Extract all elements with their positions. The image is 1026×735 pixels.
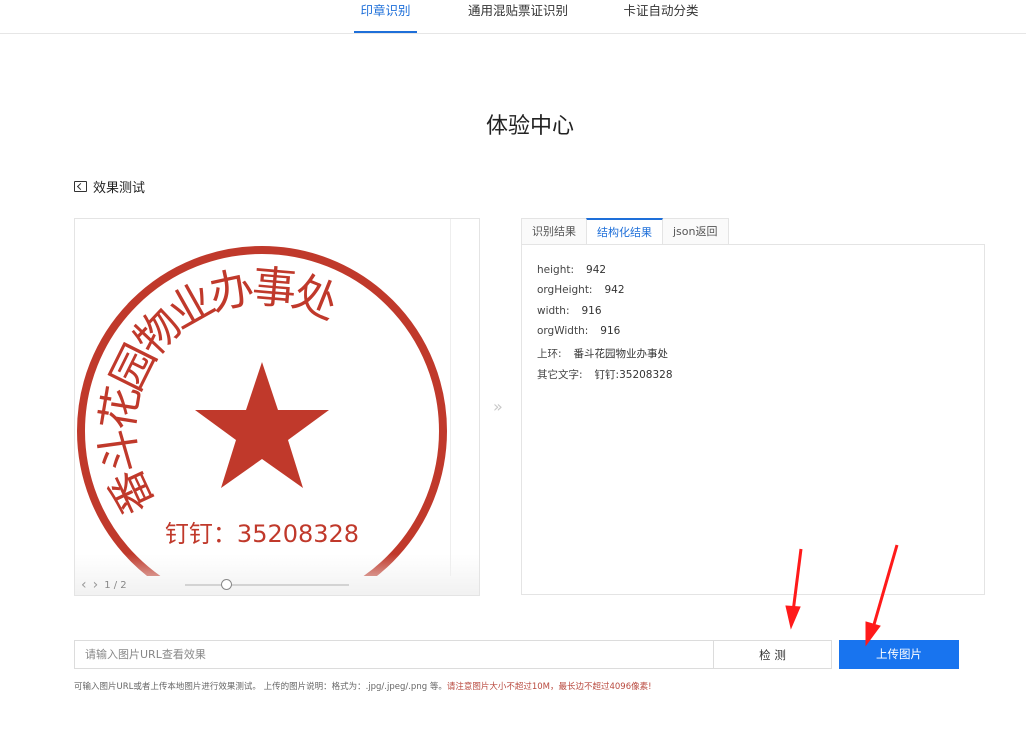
next-page-icon[interactable]: ›: [93, 577, 99, 593]
field-height: height: 942: [537, 264, 607, 276]
page-title: 体验中心: [485, 114, 574, 139]
seal-bottom-text: 钉钉：35208328: [165, 520, 359, 548]
zoom-slider-track[interactable]: [185, 584, 349, 586]
upload-image-button[interactable]: 上传图片: [839, 640, 959, 669]
double-chevron-right-icon: »: [493, 397, 503, 416]
preview-image: 番斗花园物业办事处 钉钉：35208328: [75, 219, 451, 576]
tab-seal-recognition[interactable]: 印章识别: [354, 0, 417, 33]
pager: ‹ › 1 / 2: [81, 577, 127, 593]
preview-toolbar-bg: [75, 554, 479, 595]
prev-page-icon[interactable]: ‹: [81, 577, 87, 593]
tab-json-response[interactable]: json返回: [662, 218, 729, 244]
tab-recognition-result[interactable]: 识别结果: [521, 218, 587, 244]
code-icon: [74, 180, 87, 192]
field-upper-ring: 上环: 番斗花园物业办事处: [537, 348, 669, 360]
page-indicator: 1 / 2: [104, 579, 127, 591]
result-tabs: 识别结果 结构化结果 json返回: [521, 218, 729, 244]
field-other-text: 其它文字: 钉钉:35208328: [537, 369, 673, 381]
top-navigation: 印章识别 通用混贴票证识别 卡证自动分类: [0, 0, 1026, 34]
section-label: 效果测试: [93, 180, 146, 196]
result-panel: 识别结果 结构化结果 json返回 height: 942 orgHeight: 9…: [521, 218, 985, 595]
image-url-input[interactable]: [74, 640, 714, 669]
tab-mixed-receipt-recognition[interactable]: 通用混贴票证识别: [462, 0, 574, 33]
section-header: 效果测试: [74, 177, 146, 196]
field-org-width: orgWidth: 916: [537, 325, 621, 337]
detect-button[interactable]: 检 测: [713, 640, 832, 669]
zoom-slider-thumb[interactable]: [221, 579, 232, 590]
seal-image: 番斗花园物业办事处 钉钉：35208328: [77, 246, 447, 576]
seal-star: [195, 362, 329, 488]
tab-structured-result[interactable]: 结构化结果: [586, 218, 663, 244]
upload-hint: 可输入图片URL或者上传本地图片进行效果测试。 上传的图片说明：格式为：.jpg…: [74, 682, 652, 692]
tab-card-auto-classify[interactable]: 卡证自动分类: [618, 0, 704, 33]
field-width: width: 916: [537, 305, 602, 317]
result-content: height: 942 orgHeight: 942 width: 916 orgWi…: [521, 244, 985, 595]
field-org-height: orgHeight: 942: [537, 284, 625, 296]
image-preview-panel: 番斗花园物业办事处 钉钉：35208328 ‹ › 1 / 2: [74, 218, 480, 596]
